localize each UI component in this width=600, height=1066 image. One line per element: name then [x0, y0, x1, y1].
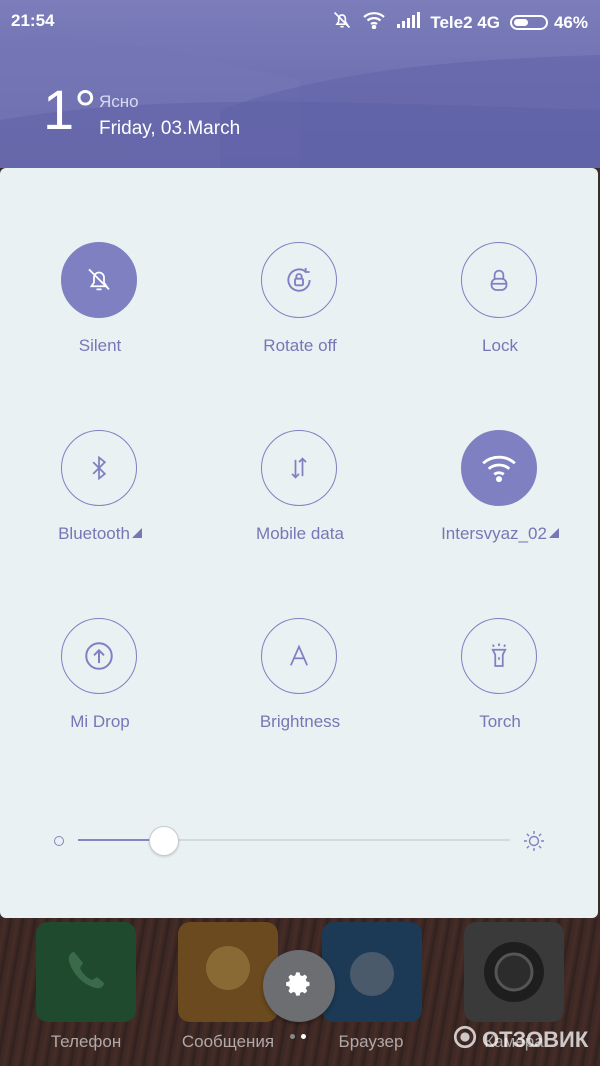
weather-condition: Ясно	[99, 92, 139, 111]
status-time: 21:54	[11, 11, 55, 30]
messages-app-icon[interactable]	[178, 922, 278, 1022]
toggle-label: Intersvyaz_02	[400, 524, 600, 544]
rotate-lock-icon	[261, 242, 337, 318]
wifi-status-icon	[362, 11, 386, 34]
carrier-label: Tele2 4G	[430, 12, 500, 32]
toggle-brightness[interactable]: Brightness	[200, 618, 400, 748]
expand-arrow-icon	[131, 528, 142, 538]
phone-app-icon[interactable]	[36, 922, 136, 1022]
watermark-logo-icon	[452, 1024, 478, 1056]
toggle-label: Torch	[479, 712, 521, 731]
camera-app-icon[interactable]	[464, 922, 564, 1022]
lock-icon	[461, 242, 537, 318]
toggle-silent[interactable]: Silent	[0, 242, 200, 372]
watermark: ОТЗОВИК	[452, 1024, 588, 1056]
toggle-wifi[interactable]: Intersvyaz_02	[400, 430, 600, 560]
page-indicator	[290, 1034, 306, 1039]
toggle-lock[interactable]: Lock	[400, 242, 600, 372]
settings-button[interactable]	[263, 950, 335, 1022]
status-bar: 21:54 Tele2 4G 46%	[0, 0, 600, 40]
bell-off-icon	[332, 10, 352, 35]
expand-arrow-icon	[548, 528, 559, 538]
app-label: Браузер	[338, 1032, 404, 1051]
toggle-label: Silent	[78, 336, 122, 355]
brightness-slider[interactable]	[50, 826, 550, 856]
toggle-torch[interactable]: Torch	[400, 618, 600, 748]
mobile-data-icon	[261, 430, 337, 506]
brightness-high-icon	[522, 829, 546, 858]
brightness-low-icon	[54, 836, 64, 846]
toggle-label: Lock	[482, 336, 518, 355]
gear-icon	[285, 970, 313, 1003]
notification-header: 21:54 Tele2 4G 46% 1° Ясно Friday, 03.Ma…	[0, 0, 600, 168]
toggle-label: Mi Drop	[70, 712, 130, 731]
toggle-label: Bluetooth	[0, 524, 200, 544]
toggle-label: Mobile data	[256, 524, 344, 543]
toggle-bluetooth[interactable]: Bluetooth	[0, 430, 200, 560]
upload-icon	[61, 618, 137, 694]
toggle-mi-drop[interactable]: Mi Drop	[0, 618, 200, 748]
battery-icon	[509, 15, 548, 30]
weather-temperature[interactable]: 1°	[43, 82, 97, 138]
torch-icon	[461, 618, 537, 694]
quick-settings-panel: Silent Rotate off Lock Bluetooth Mobile …	[0, 168, 598, 918]
date-label[interactable]: Friday, 03.March	[99, 118, 240, 140]
battery-indicator: 46%	[509, 12, 588, 33]
bell-off-icon	[61, 242, 137, 318]
battery-percent: 46%	[553, 12, 588, 32]
toggle-rotate[interactable]: Rotate off	[200, 242, 400, 372]
browser-app-icon[interactable]	[322, 922, 422, 1022]
slider-knob[interactable]	[149, 826, 180, 856]
wifi-icon	[461, 430, 537, 506]
bluetooth-icon	[61, 430, 137, 506]
toggle-mobile-data[interactable]: Mobile data	[200, 430, 400, 560]
toggle-label: Rotate off	[263, 336, 337, 355]
toggle-label: Brightness	[259, 712, 341, 731]
brightness-auto-icon	[261, 618, 337, 694]
app-label: Сообщения	[181, 1032, 275, 1051]
app-label: Телефон	[50, 1032, 122, 1051]
signal-icon	[396, 12, 421, 33]
